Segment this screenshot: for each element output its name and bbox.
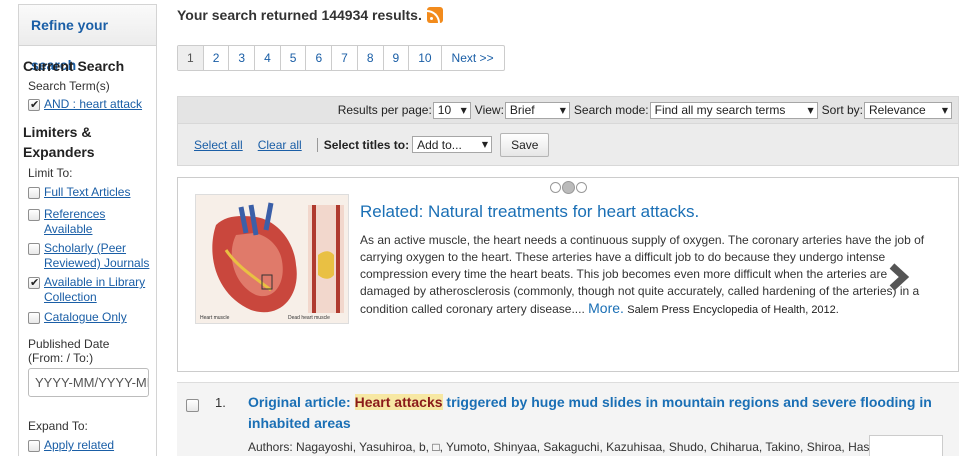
limiter-references: References Available <box>19 207 156 237</box>
limiter-library-collection-checkbox[interactable] <box>28 275 40 290</box>
page-10[interactable]: 10 <box>409 46 442 70</box>
results-count-text: Your search returned 144934 results. <box>177 7 422 23</box>
search-term-item: AND : heart attack <box>19 97 156 112</box>
result-authors: Authors: Nagayoshi, Yasuhiroa, b, □, Yum… <box>248 440 912 454</box>
published-date-input[interactable]: YYYY-MM/YYYY-MM <box>28 368 149 397</box>
add-to-select[interactable]: Add to... ▼ <box>412 136 493 153</box>
results-per-page-value: 10 <box>437 103 452 117</box>
carousel-dot[interactable] <box>550 182 561 193</box>
select-all-link[interactable]: Select all <box>194 138 243 152</box>
svg-text:Dead heart muscle: Dead heart muscle <box>288 315 330 321</box>
result-thumbnail[interactable] <box>869 435 943 456</box>
page-8[interactable]: 8 <box>358 46 384 70</box>
chevron-down-icon: ▼ <box>460 105 467 115</box>
view-select[interactable]: Brief ▼ <box>504 101 570 119</box>
page-4[interactable]: 4 <box>255 46 281 70</box>
pagination: 1 2 3 4 5 6 7 8 9 10 Next >> <box>177 45 505 71</box>
select-titles-label: Select titles to: <box>323 137 410 152</box>
sort-by-value: Relevance <box>869 103 926 117</box>
limiter-catalogue-only: Catalogue Only <box>19 310 156 325</box>
search-mode-select[interactable]: Find all my search terms ▼ <box>649 101 818 119</box>
limiter-scholarly: Scholarly (Peer Reviewed) Journals <box>19 241 156 271</box>
view-label: View: <box>474 103 504 117</box>
expander-apply-related: Apply related <box>19 438 156 453</box>
result-select-checkbox[interactable] <box>186 399 199 412</box>
limiter-catalogue-only-checkbox[interactable] <box>28 312 40 324</box>
carousel-dot[interactable] <box>576 182 587 193</box>
clear-all-link[interactable]: Clear all <box>258 138 302 152</box>
refine-sidebar: Refine your search Current Search Search… <box>18 4 157 456</box>
results-options-toolbar: Results per page: 10 ▼ View: Brief ▼ Searc… <box>177 96 959 124</box>
limiter-full-text-checkbox[interactable] <box>28 187 40 199</box>
expand-to-label: Expand To: <box>28 419 88 433</box>
heart-diagram-image: Heart muscle Dead heart muscle <box>195 194 349 324</box>
result-title-link[interactable]: Original article: Heart attacks triggere… <box>248 392 938 434</box>
limiter-catalogue-only-link[interactable]: Catalogue Only <box>44 310 127 325</box>
results-per-page-select[interactable]: 10 ▼ <box>432 101 471 119</box>
page-6[interactable]: 6 <box>306 46 333 70</box>
carousel-dots <box>550 181 587 194</box>
search-mode-value: Find all my search terms <box>654 103 786 117</box>
result-item: 1. Original article: Heart attacks trigg… <box>177 382 959 456</box>
limiter-library-collection-link[interactable]: Available in Library Collection <box>44 275 156 305</box>
limiter-library-collection: Available in Library Collection <box>19 275 156 305</box>
limiters-heading: Limiters & Expanders <box>23 124 95 160</box>
chevron-down-icon: ▼ <box>481 140 489 149</box>
more-link[interactable]: More. <box>588 300 624 316</box>
chevron-down-icon: ▼ <box>807 105 814 115</box>
result-number: 1. <box>215 395 226 410</box>
related-article-title[interactable]: Related: Natural treatments for heart at… <box>360 202 699 222</box>
results-per-page-label: Results per page: <box>337 103 432 117</box>
limiter-full-text-link[interactable]: Full Text Articles <box>44 185 130 200</box>
limiter-references-checkbox[interactable] <box>28 209 40 221</box>
current-search-heading: Current Search <box>23 58 125 74</box>
svg-text:Heart muscle: Heart muscle <box>200 315 230 321</box>
page-3[interactable]: 3 <box>229 46 256 70</box>
save-button[interactable]: Save <box>500 132 550 157</box>
chevron-down-icon: ▼ <box>559 105 566 115</box>
selection-toolbar: Select all Clear all Select titles to: A… <box>177 124 959 166</box>
result-title-prefix: Original article: <box>248 394 355 410</box>
divider <box>316 137 318 152</box>
expander-apply-related-link[interactable]: Apply related <box>44 438 114 453</box>
search-term-link[interactable]: AND : heart attack <box>44 97 142 112</box>
limiter-scholarly-link[interactable]: Scholarly (Peer Reviewed) Journals <box>44 241 156 271</box>
published-date-label: Published Date (From: / To:) <box>28 337 110 365</box>
sort-by-select[interactable]: Relevance ▼ <box>864 101 952 119</box>
search-mode-label: Search mode: <box>573 103 649 117</box>
page-5[interactable]: 5 <box>281 46 307 70</box>
result-title-highlight: Heart attacks <box>354 394 443 410</box>
page-1[interactable]: 1 <box>178 46 204 70</box>
results-count-heading: Your search returned 144934 results. <box>177 7 443 23</box>
limiter-scholarly-checkbox[interactable] <box>28 243 40 255</box>
page-2[interactable]: 2 <box>204 46 230 70</box>
search-term-checkbox[interactable] <box>28 97 40 112</box>
limit-to-label: Limit To: <box>28 166 73 180</box>
search-terms-label: Search Term(s) <box>28 79 110 93</box>
expander-apply-related-checkbox[interactable] <box>28 440 40 452</box>
carousel-next-icon[interactable] <box>888 262 912 292</box>
next-page-link[interactable]: Next >> <box>442 46 504 70</box>
limiter-full-text: Full Text Articles <box>19 185 156 200</box>
add-to-value: Add to... <box>417 137 462 152</box>
limiter-references-link[interactable]: References Available <box>44 207 156 237</box>
related-article-source: Salem Press Encyclopedia of Health, 2012… <box>627 304 839 316</box>
carousel-dot-active[interactable] <box>562 181 575 194</box>
chevron-down-icon: ▼ <box>941 105 948 115</box>
related-article-carousel: Heart muscle Dead heart muscle Related: … <box>177 177 959 372</box>
view-value: Brief <box>509 103 535 117</box>
refine-search-header[interactable]: Refine your search <box>19 5 156 73</box>
sort-by-label: Sort by: <box>821 103 863 117</box>
page-9[interactable]: 9 <box>384 46 410 70</box>
related-article-summary: As an active muscle, the heart needs a c… <box>360 232 940 319</box>
rss-icon[interactable] <box>426 7 443 23</box>
page-7[interactable]: 7 <box>332 46 358 70</box>
